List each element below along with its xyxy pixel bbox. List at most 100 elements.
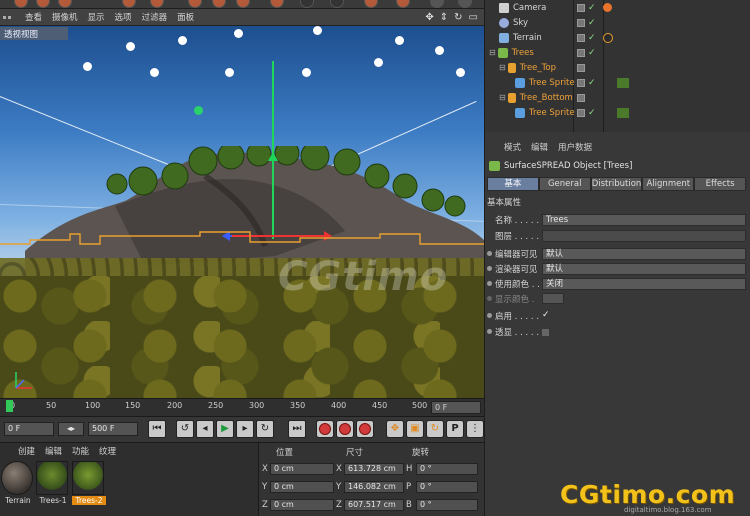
rotate-view-icon[interactable]: ↻	[454, 12, 462, 23]
object-row-camera[interactable]: Camera ✓	[485, 0, 750, 15]
end-frame-field[interactable]: 500 F	[88, 422, 138, 436]
visibility-flag[interactable]	[577, 48, 585, 57]
toolbar-button[interactable]	[150, 0, 164, 8]
animation-dot-icon[interactable]	[487, 266, 492, 271]
param-key-button[interactable]: P	[446, 420, 464, 438]
material-trees-1[interactable]: Trees-1	[36, 461, 70, 507]
visibility-flag[interactable]	[577, 63, 585, 72]
check-icon[interactable]: ✓	[588, 108, 596, 118]
animation-dot-icon[interactable]	[487, 329, 492, 334]
menu-panel[interactable]: 面板	[172, 11, 199, 23]
pos-y-field[interactable]: 0 cm	[270, 481, 334, 493]
toolbar-button[interactable]	[36, 0, 50, 8]
rotate-key-button[interactable]: ↻	[426, 420, 444, 438]
object-row-tree-bottom[interactable]: ⊟ Tree_Bottom	[485, 90, 750, 105]
menu-view[interactable]: 查看	[20, 11, 47, 23]
check-icon[interactable]: ✓	[588, 33, 596, 43]
tab-basic[interactable]: 基本	[487, 177, 539, 191]
tab-alignment[interactable]: Alignment	[642, 177, 695, 191]
tab-distribution[interactable]: Distribution	[590, 177, 643, 191]
menu-options[interactable]: 选项	[110, 11, 137, 23]
size-z-field[interactable]: 607.517 cm	[344, 499, 404, 511]
prev-keyframe-button[interactable]: ↺	[176, 420, 194, 438]
object-row-terrain[interactable]: Terrain ✓	[485, 30, 750, 45]
material-terrain[interactable]: Terrain	[1, 461, 35, 507]
scale-key-button[interactable]: ▣	[406, 420, 424, 438]
material-tag-icon[interactable]	[602, 32, 613, 43]
next-frame-button[interactable]: ▸	[236, 420, 254, 438]
toolbar-button[interactable]	[58, 0, 72, 8]
animation-dot-icon[interactable]	[487, 313, 492, 318]
collapse-icon[interactable]: ⊟	[489, 48, 496, 57]
toolbar-button[interactable]	[364, 0, 378, 8]
check-icon[interactable]: ✓	[588, 3, 596, 13]
object-row-tree-sprite-1[interactable]: Tree Sprite ✓	[485, 75, 750, 90]
move-key-button[interactable]: ✥	[386, 420, 404, 438]
range-stepper[interactable]: ◂▸	[58, 422, 84, 436]
start-frame-field[interactable]: 0 F	[4, 422, 54, 436]
toolbar-button[interactable]	[212, 0, 226, 8]
size-x-field[interactable]: 613.728 cm	[344, 463, 404, 475]
toolbar-button[interactable]	[188, 0, 202, 8]
maximize-view-icon[interactable]: ▭	[469, 12, 478, 23]
animation-dot-icon[interactable]	[487, 281, 492, 286]
menu-camera[interactable]: 摄像机	[47, 11, 83, 23]
menu-filter[interactable]: 过滤器	[137, 11, 173, 23]
animation-dot-icon[interactable]	[487, 296, 492, 301]
point-level-button[interactable]: ⋮	[466, 420, 484, 438]
menu-create[interactable]: 创建	[18, 445, 35, 457]
play-button[interactable]: ▶	[216, 420, 234, 438]
toolbar-button[interactable]	[236, 0, 250, 8]
enabled-checkbox[interactable]: ✓	[542, 311, 551, 320]
render-visible-dropdown[interactable]: 默认	[542, 262, 746, 275]
object-row-tree-sprite-2[interactable]: Tree Sprite ✓	[485, 105, 750, 120]
toolbar-button[interactable]	[330, 0, 344, 8]
check-icon[interactable]: ✓	[588, 18, 596, 28]
menu-mode[interactable]: 模式	[504, 141, 521, 153]
material-trees-2[interactable]: Trees-2	[72, 461, 106, 507]
timeline-playhead[interactable]	[6, 400, 13, 412]
animation-dot-icon[interactable]	[487, 251, 492, 256]
toolbar-button[interactable]	[396, 0, 410, 8]
move-view-icon[interactable]: ✥	[425, 12, 433, 23]
object-row-tree-top[interactable]: ⊟ Tree_Top	[485, 60, 750, 75]
pos-z-field[interactable]: 0 cm	[270, 499, 334, 511]
toolbar-button[interactable]	[458, 0, 472, 8]
zoom-view-icon[interactable]: ⇕	[440, 12, 448, 23]
record-button[interactable]	[316, 420, 334, 438]
protection-tag-icon[interactable]	[602, 3, 612, 12]
display-color-swatch[interactable]	[542, 293, 564, 304]
editor-visible-dropdown[interactable]: 默认	[542, 247, 746, 260]
axis-y-handle[interactable]	[272, 61, 274, 239]
axis-y-arrow-icon[interactable]	[268, 152, 278, 161]
size-y-field[interactable]: 146.082 cm	[344, 481, 404, 493]
menu-function[interactable]: 功能	[72, 445, 89, 457]
check-icon[interactable]: ✓	[588, 48, 596, 58]
rot-h-field[interactable]: 0 °	[416, 463, 478, 475]
current-frame-field[interactable]: 0 F	[431, 401, 481, 414]
prev-frame-button[interactable]: ◂	[196, 420, 214, 438]
object-row-sky[interactable]: Sky ✓	[485, 15, 750, 30]
viewport-3d[interactable]: CGtimo	[0, 26, 484, 398]
rot-p-field[interactable]: 0 °	[416, 481, 478, 493]
menu-edit[interactable]: 编辑	[531, 141, 548, 153]
visibility-flag[interactable]	[577, 18, 585, 27]
menu-user-data[interactable]: 用户数据	[558, 141, 592, 153]
name-field[interactable]: Trees	[542, 213, 746, 226]
toolbar-button[interactable]	[14, 0, 28, 8]
toolbar-button[interactable]	[430, 0, 444, 8]
layer-field[interactable]	[542, 229, 746, 242]
use-color-dropdown[interactable]: 关闭	[542, 277, 746, 290]
visibility-flag[interactable]	[577, 93, 585, 102]
pos-x-field[interactable]: 0 cm	[270, 463, 334, 475]
toolbar-button[interactable]	[270, 0, 284, 8]
material-tag-icon[interactable]	[616, 107, 629, 118]
rot-b-field[interactable]: 0 °	[416, 499, 478, 511]
go-to-start-button[interactable]: ⏮	[148, 420, 166, 438]
toolbar-button[interactable]	[122, 0, 136, 8]
material-tag-icon[interactable]	[616, 77, 629, 88]
timeline-ruler[interactable]: 0 50 100 150 200 250 300 350 400 450 500	[0, 398, 484, 416]
next-keyframe-button[interactable]: ↻	[256, 420, 274, 438]
toolbar-button[interactable]	[300, 0, 314, 8]
menu-edit[interactable]: 编辑	[45, 445, 62, 457]
